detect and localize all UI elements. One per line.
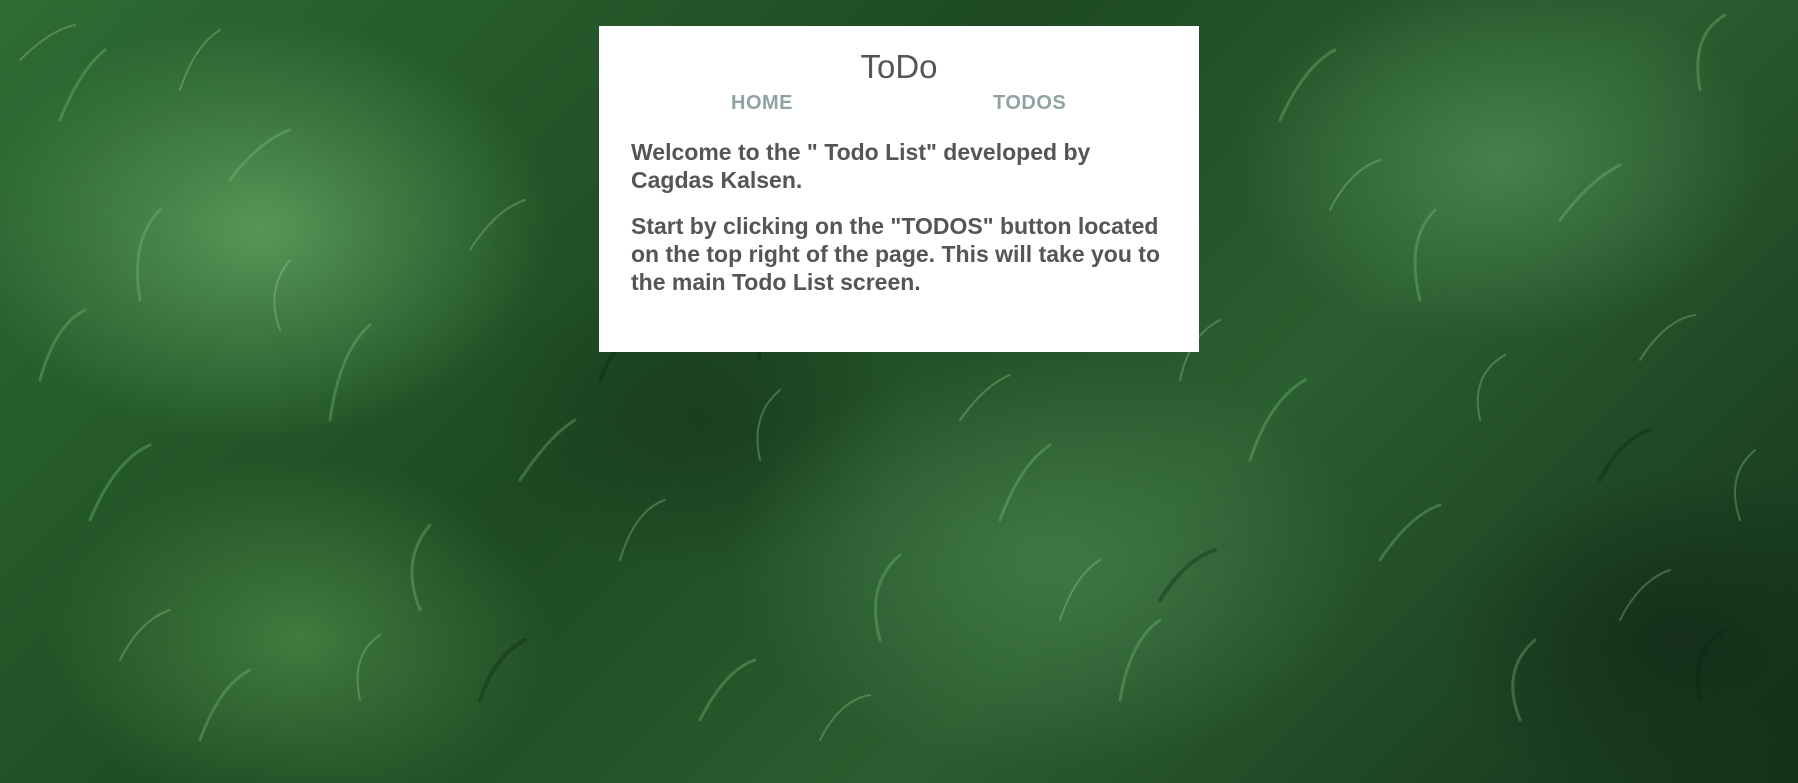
nav-todos-link[interactable]: TODOS [993, 92, 1066, 115]
top-nav: HOME TODOS [631, 92, 1167, 120]
instructions-text: Start by clicking on the "TODOS" button … [631, 213, 1160, 295]
welcome-content: Welcome to the " Todo List" developed by… [631, 138, 1167, 296]
welcome-text: Welcome to the " Todo List" developed by… [631, 139, 1091, 193]
page-title: ToDo [860, 48, 938, 85]
main-card: ToDo HOME TODOS Welcome to the " Todo Li… [599, 26, 1199, 352]
nav-home-link[interactable]: HOME [731, 92, 793, 115]
